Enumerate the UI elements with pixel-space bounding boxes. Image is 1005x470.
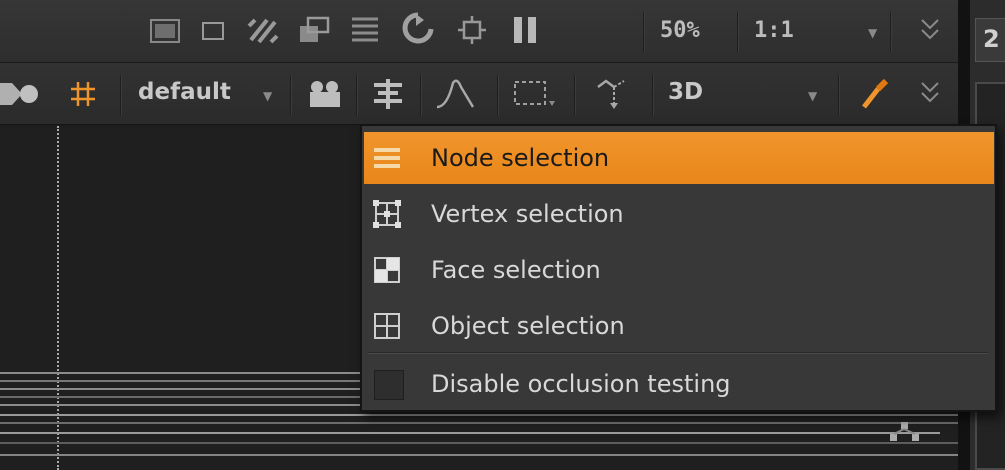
- separator: [737, 12, 739, 52]
- pixel-ratio[interactable]: 1:1: [754, 18, 794, 43]
- object-selection-icon: [372, 311, 402, 341]
- grid-line: [0, 432, 940, 434]
- separator: [356, 75, 358, 115]
- grid-line: [0, 454, 958, 456]
- square-icon[interactable]: [198, 14, 228, 48]
- more-icon[interactable]: [915, 75, 945, 111]
- lut-select[interactable]: default: [138, 79, 231, 105]
- grid-icon[interactable]: [66, 77, 100, 111]
- grid-line: [0, 442, 958, 444]
- grid-line: [0, 372, 380, 374]
- menu-item-label: Object selection: [431, 312, 625, 340]
- view-mode-select[interactable]: 3D: [668, 79, 703, 105]
- menu-item-label: Disable occlusion testing: [431, 370, 731, 398]
- menu-item-label: Node selection: [431, 144, 610, 172]
- axis-gizmo-icon[interactable]: [884, 418, 924, 452]
- separator: [420, 75, 422, 115]
- menu-item-disable-occlusion[interactable]: Disable occlusion testing: [364, 358, 994, 410]
- transform-icon[interactable]: [590, 75, 634, 113]
- align-icon[interactable]: [370, 77, 406, 111]
- color-picker-icon[interactable]: [858, 75, 892, 113]
- separator: [290, 75, 292, 115]
- pause-icon[interactable]: [508, 12, 542, 48]
- selection-icon[interactable]: [512, 77, 558, 111]
- grid-line: [0, 396, 360, 398]
- menu-item-node-selection[interactable]: Node selection: [364, 132, 994, 184]
- separator: [890, 12, 892, 52]
- grid-line: [0, 404, 380, 406]
- menu-item-label: Face selection: [431, 256, 601, 284]
- crop-icon[interactable]: [455, 12, 489, 48]
- menu-item-object-selection[interactable]: Object selection: [364, 300, 994, 352]
- menu-item-face-selection[interactable]: Face selection: [364, 244, 994, 296]
- vertex-selection-icon: [372, 199, 402, 229]
- grid-line: [0, 414, 958, 416]
- camera-icon[interactable]: [306, 77, 344, 111]
- viewer-input-icon[interactable]: [0, 77, 40, 111]
- window-icon[interactable]: [296, 12, 332, 48]
- menu-item-label: Vertex selection: [431, 200, 624, 228]
- separator: [574, 75, 576, 115]
- grid-line: [0, 380, 370, 382]
- hatch-icon[interactable]: [245, 12, 281, 48]
- curve-icon[interactable]: [434, 77, 476, 111]
- chevron-down-icon[interactable]: ▼: [263, 89, 272, 103]
- chevron-down-icon[interactable]: ▼: [808, 89, 817, 103]
- menu-item-vertex-selection[interactable]: Vertex selection: [364, 188, 994, 240]
- occlusion-checkbox[interactable]: [374, 370, 404, 400]
- separator: [652, 75, 654, 115]
- refresh-icon[interactable]: [400, 10, 436, 48]
- face-selection-icon: [372, 255, 402, 285]
- separator: [643, 12, 645, 52]
- frame-boundary-line: [57, 126, 59, 470]
- lines-icon[interactable]: [347, 12, 383, 48]
- selection-mode-menu: Node selection Vertex selection Face sel…: [360, 124, 997, 412]
- overlay-icon[interactable]: [148, 14, 182, 48]
- separator: [838, 75, 840, 115]
- zoom-level[interactable]: 50%: [660, 18, 700, 43]
- menu-divider: [368, 352, 988, 354]
- viewer-toolbar-bottom: default ▼ 3D ▼: [0, 63, 958, 125]
- separator: [120, 75, 122, 115]
- separator: [497, 75, 499, 115]
- grid-line: [0, 388, 375, 390]
- more-icon[interactable]: [915, 12, 945, 48]
- node-selection-icon: [372, 143, 402, 173]
- side-panel-tab[interactable]: 2: [975, 18, 1005, 62]
- grid-line: [0, 422, 958, 424]
- chevron-down-icon[interactable]: ▼: [868, 26, 877, 40]
- viewer-toolbar-top: 50% 1:1 ▼: [0, 0, 958, 63]
